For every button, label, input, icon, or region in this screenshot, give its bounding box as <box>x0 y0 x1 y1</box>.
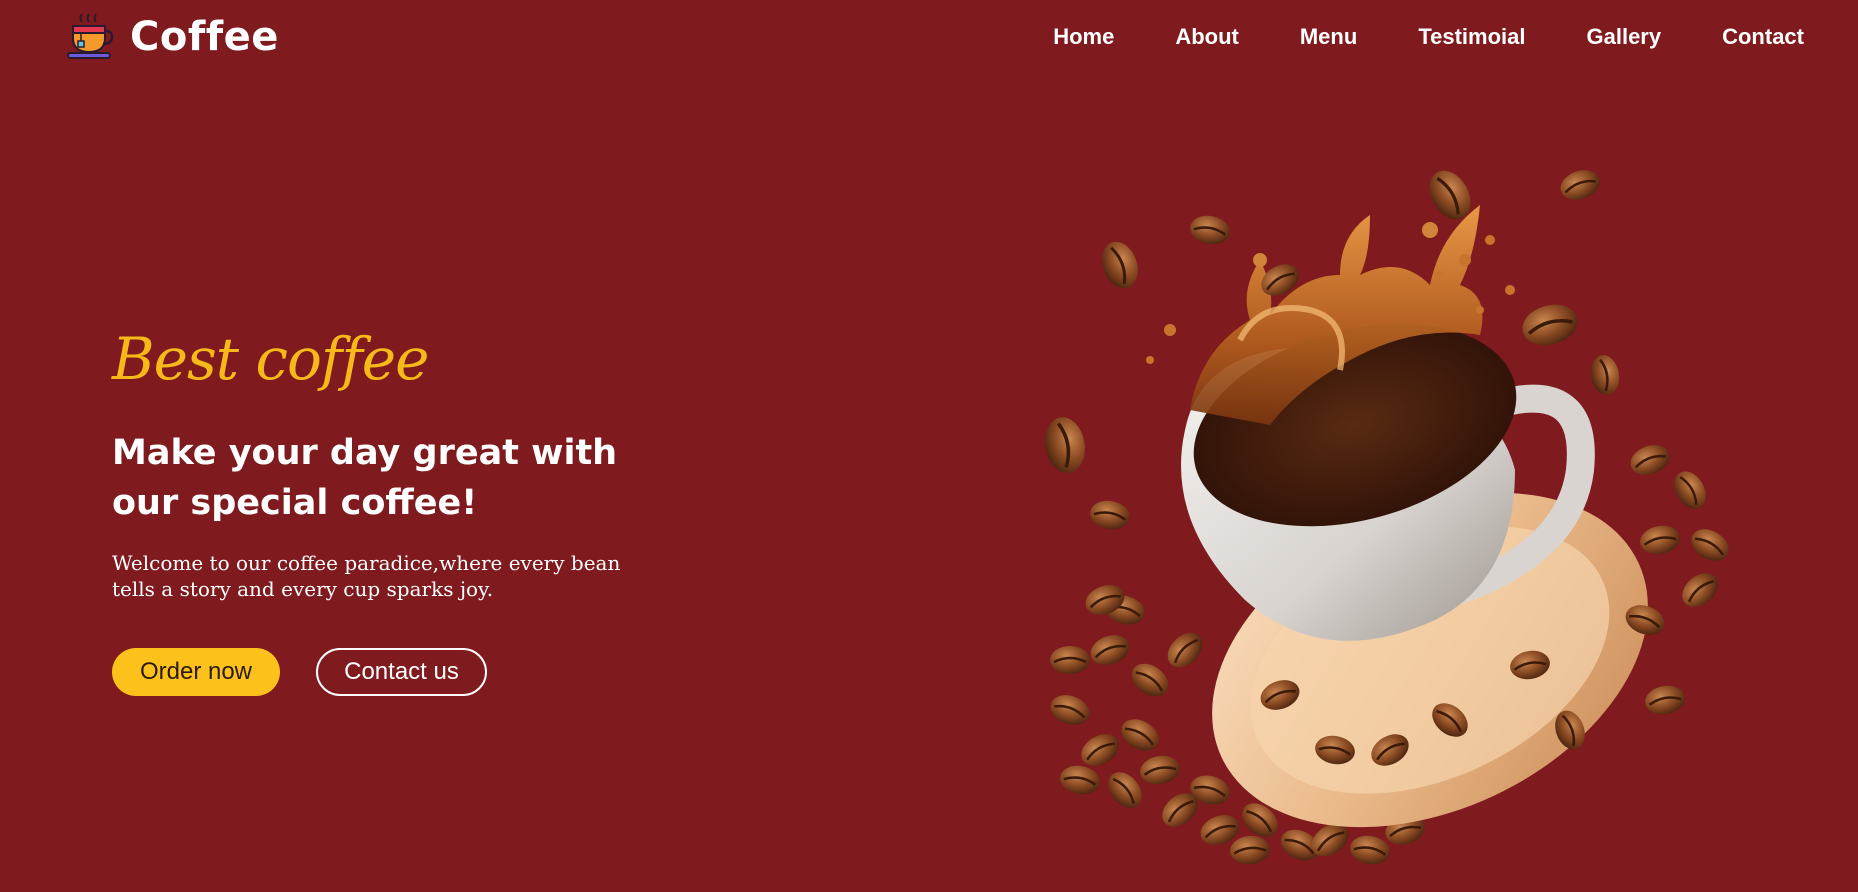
nav-testimonial[interactable]: Testimoial <box>1418 22 1525 52</box>
site-header: Coffee Home About Menu Testimoial Galler… <box>0 0 1858 80</box>
hero-tagline: Best coffee <box>112 325 429 393</box>
coffee-splash-illustration <box>1039 161 1736 869</box>
nav-contact[interactable]: Contact <box>1722 22 1804 52</box>
hero-title: Make your day great with our special cof… <box>112 433 618 523</box>
coffee-cup-icon <box>67 13 114 59</box>
brand-name: Coffee <box>130 14 279 60</box>
nav-home[interactable]: Home <box>1053 22 1114 52</box>
contact-us-button[interactable]: Contact us <box>316 648 487 696</box>
hero-description: Welcome to our coffee paradice,where eve… <box>112 551 621 601</box>
landing-page: Coffee Home About Menu Testimoial Galler… <box>0 0 1858 892</box>
nav-about[interactable]: About <box>1175 22 1239 52</box>
nav-menu[interactable]: Menu <box>1300 22 1357 52</box>
main-nav: Home About Menu Testimoial Gallery Conta… <box>1053 22 1804 52</box>
brand-logo[interactable]: Coffee <box>64 12 279 62</box>
order-now-button[interactable]: Order now <box>112 648 280 696</box>
nav-gallery[interactable]: Gallery <box>1587 22 1662 52</box>
